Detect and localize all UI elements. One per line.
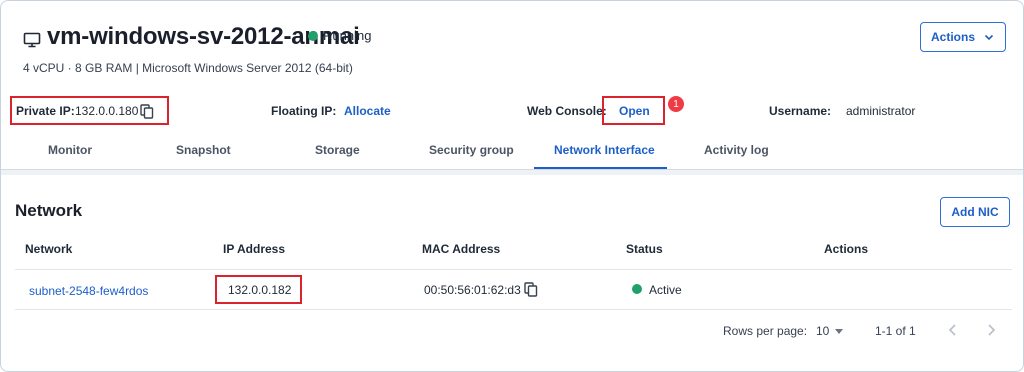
actions-button[interactable]: Actions [920, 22, 1006, 52]
tab-monitor[interactable]: Monitor [48, 143, 92, 157]
pagination-range: 1-1 of 1 [875, 324, 916, 338]
username-label: Username: [769, 104, 832, 118]
private-ip-label: Private IP: [16, 104, 75, 118]
network-section-title: Network [15, 201, 83, 220]
column-header-network: Network [25, 242, 73, 256]
row-status: Active [649, 283, 682, 297]
private-ip-value: 132.0.0.180 [75, 104, 139, 118]
floating-ip-label: Floating IP: [271, 104, 337, 118]
row-mac-address: 00:50:56:01:62:d3 [424, 283, 521, 297]
row-divider [15, 309, 1012, 310]
status-label: Running [323, 28, 372, 43]
add-nic-button[interactable]: Add NIC [940, 197, 1010, 227]
copy-icon[interactable] [140, 104, 154, 119]
row-network-link[interactable]: subnet-2548-few4rdos [29, 284, 148, 298]
chevron-down-icon [984, 34, 994, 41]
tab-storage[interactable]: Storage [315, 143, 360, 157]
chevron-right-icon[interactable] [983, 321, 999, 339]
web-console-label: Web Console: [527, 104, 607, 118]
copy-icon[interactable] [524, 282, 538, 297]
actions-button-label: Actions [930, 30, 975, 44]
tab-security-group[interactable]: Security group [429, 143, 514, 157]
step-badge: 1 [668, 96, 684, 112]
status-active-dot [632, 284, 642, 294]
dropdown-caret-icon [835, 328, 844, 334]
vm-detail-panel: vm-windows-sv-2012-anmai Running 4 vCPU … [0, 0, 1024, 372]
column-header-ip-address: IP Address [223, 242, 286, 256]
rows-per-page-select[interactable]: 10 [816, 324, 844, 338]
monitor-icon [23, 32, 41, 48]
rows-per-page-value: 10 [816, 324, 830, 338]
column-header-status: Status [626, 242, 663, 256]
column-header-actions: Actions [824, 242, 869, 256]
row-ip-address: 132.0.0.182 [228, 283, 292, 297]
username-value: administrator [846, 104, 916, 118]
allocate-link[interactable]: Allocate [344, 104, 391, 118]
rows-per-page-label: Rows per page: [723, 324, 808, 338]
column-header-mac-address: MAC Address [422, 242, 501, 256]
header-row-divider [15, 269, 1012, 270]
chevron-left-icon[interactable] [945, 321, 961, 339]
vm-specs: 4 vCPU · 8 GB RAM | Microsoft Windows Se… [23, 61, 353, 75]
status-dot [308, 31, 318, 41]
tab-network-interface[interactable]: Network Interface [554, 143, 655, 157]
tab-snapshot[interactable]: Snapshot [176, 143, 231, 157]
section-separator [1, 170, 1023, 175]
tab-activity-log[interactable]: Activity log [704, 143, 769, 157]
open-console-link[interactable]: Open [619, 104, 650, 118]
